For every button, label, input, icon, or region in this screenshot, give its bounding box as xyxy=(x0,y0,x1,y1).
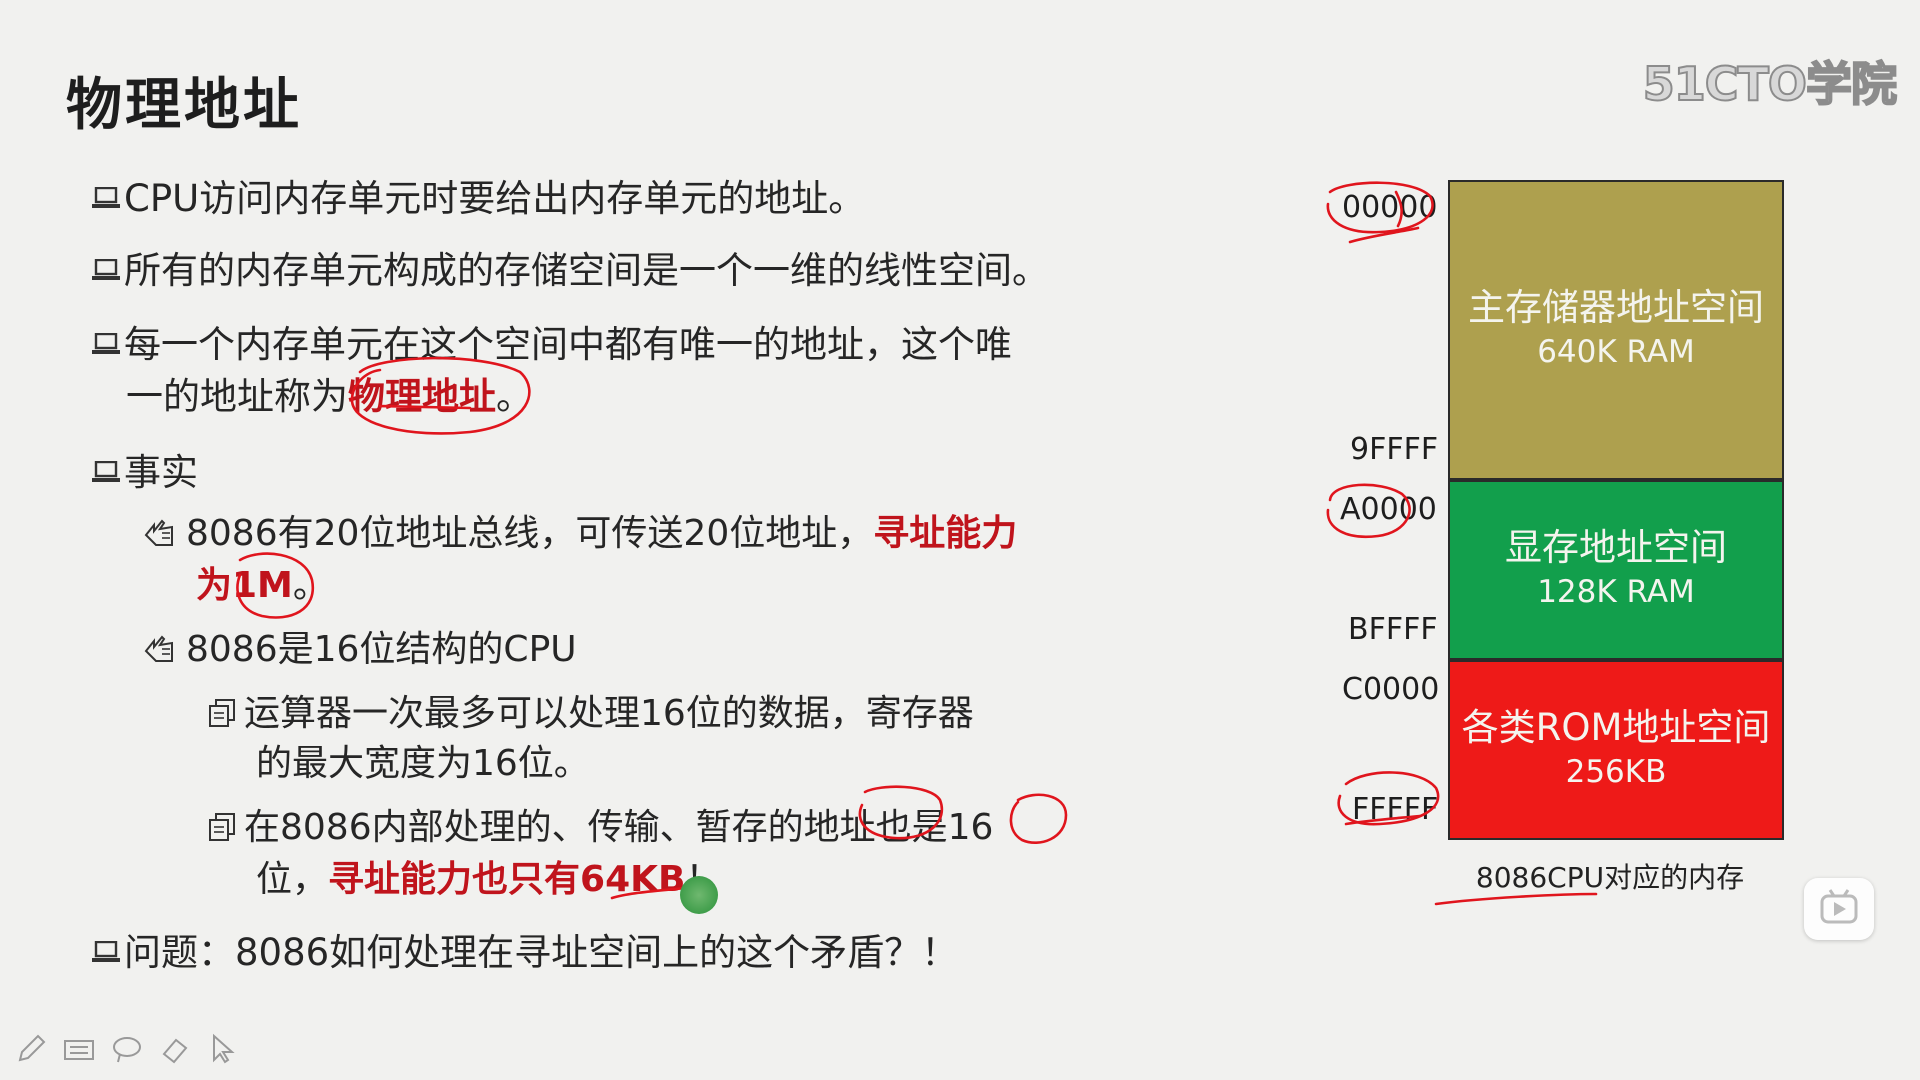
bullet-text: 每一个内存单元在这个空间中都有唯一的地址，这个唯 xyxy=(124,323,1012,366)
eraser-icon[interactable] xyxy=(158,1032,192,1066)
highlight-text: 为1M xyxy=(196,565,293,606)
bullet-item: 每一个内存单元在这个空间中都有唯一的地址，这个唯 xyxy=(92,314,1012,368)
cursor-icon[interactable] xyxy=(206,1032,240,1066)
play-icon xyxy=(1820,889,1858,924)
laptop-bullet-icon xyxy=(92,460,120,482)
memory-block-name: 显存地址空间 xyxy=(1505,526,1727,569)
laser-pointer xyxy=(680,876,718,914)
memory-block-size: 640K RAM xyxy=(1537,334,1695,370)
address-label: 9FFFF xyxy=(1350,432,1439,467)
laptop-bullet-icon xyxy=(92,332,120,354)
address-label: C0000 xyxy=(1342,672,1440,707)
bullet-text: 所有的内存单元构成的存储空间是一个一维的线性空间。 xyxy=(124,249,1049,292)
highlight-text: 物理地址 xyxy=(348,375,496,418)
tertiary-bullet-item: 运算器一次最多可以处理16位的数据，寄存器 xyxy=(206,684,974,736)
documents-bullet-icon xyxy=(209,699,235,727)
memory-block-main-ram: 主存储器地址空间 640K RAM xyxy=(1448,180,1784,480)
slide: 物理地址 51CTO学院 CPU访问内存单元时要给出内存单元的地址。 所有的内存… xyxy=(0,0,1920,1080)
bullet-item: 事实 xyxy=(92,442,198,496)
highlight-text: 寻址能力也只有64KB xyxy=(328,859,686,900)
text: 在8086内部处理的、传输、暂存的地址也是16 xyxy=(244,807,994,848)
tertiary-bullet-text-continued: 位，寻址能力也只有64KB！ xyxy=(256,850,721,902)
address-label: BFFFF xyxy=(1348,612,1438,647)
tertiary-bullet-text-continued: 的最大宽度为16位。 xyxy=(256,734,590,786)
sub-bullet-item: 8086是16位结构的CPU xyxy=(142,620,577,672)
bullet-text: 问题：8086如何处理在寻址空间上的这个矛盾？！ xyxy=(124,931,959,974)
text: 8086有20位地址总线，可传送20位地址， xyxy=(186,513,874,554)
play-button[interactable] xyxy=(1804,878,1874,940)
memory-block-size: 128K RAM xyxy=(1537,574,1695,610)
pen-icon[interactable] xyxy=(14,1032,48,1066)
memory-block-name: 主存储器地址空间 xyxy=(1468,286,1764,329)
sub-bullet-text-continued: 为1M。 xyxy=(196,556,329,608)
annotation-toolbar xyxy=(14,1032,240,1066)
text: 运算器一次最多可以处理16位的数据，寄存器 xyxy=(244,693,974,734)
laptop-bullet-icon xyxy=(92,186,120,208)
bullet-text: 事实 xyxy=(124,451,198,494)
bullet-text: CPU访问内存单元时要给出内存单元的地址。 xyxy=(124,177,866,220)
text: 。 xyxy=(496,375,533,418)
ink-underline xyxy=(1348,226,1420,244)
laptop-bullet-icon xyxy=(92,940,120,962)
keyboard-icon[interactable] xyxy=(62,1032,96,1066)
memory-block-rom: 各类ROM地址空间 256KB xyxy=(1448,660,1784,840)
documents-bullet-icon xyxy=(209,813,235,841)
sub-bullet-item: 8086有20位地址总线，可传送20位地址，寻址能力 xyxy=(142,504,1017,556)
lasso-icon[interactable] xyxy=(110,1032,144,1066)
memory-block-name: 各类ROM地址空间 xyxy=(1461,706,1771,749)
highlight-text: 寻址能力 xyxy=(873,513,1018,554)
hand-pointer-bullet-icon xyxy=(144,519,173,546)
slide-content: CPU访问内存单元时要给出内存单元的地址。 所有的内存单元构成的存储空间是一个一… xyxy=(0,0,1200,1000)
text: 位， xyxy=(256,859,329,900)
bullet-item: CPU访问内存单元时要给出内存单元的地址。 xyxy=(92,168,865,222)
bullet-text-continued: 一的地址称为物理地址。 xyxy=(126,366,533,420)
memory-block-size: 256KB xyxy=(1565,754,1667,790)
memory-block-video-ram: 显存地址空间 128K RAM xyxy=(1448,480,1784,660)
address-label: 00000 xyxy=(1342,190,1438,225)
address-label: A0000 xyxy=(1340,492,1437,527)
bullet-item: 所有的内存单元构成的存储空间是一个一维的线性空间。 xyxy=(92,240,1049,294)
memory-caption: 8086CPU对应的内存 xyxy=(1475,861,1745,894)
watermark-logo: 51CTO学院 xyxy=(1642,56,1898,112)
hand-pointer-bullet-icon xyxy=(144,635,173,662)
text: 一的地址称为 xyxy=(126,375,348,418)
text: 的最大宽度为16位。 xyxy=(256,743,590,784)
text: 8086是16位结构的CPU xyxy=(186,629,577,670)
text: 。 xyxy=(292,565,329,606)
laptop-bullet-icon xyxy=(92,258,120,280)
tertiary-bullet-item: 在8086内部处理的、传输、暂存的地址也是16 xyxy=(206,798,993,850)
address-label: FFFFF xyxy=(1352,792,1439,827)
bullet-item: 问题：8086如何处理在寻址空间上的这个矛盾？！ xyxy=(92,922,958,976)
